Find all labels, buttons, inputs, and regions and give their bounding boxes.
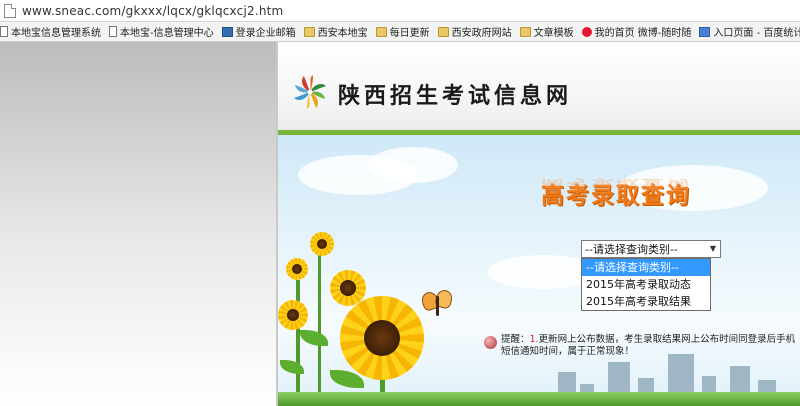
bookmark-label: 本地宝信息管理系统 — [11, 28, 101, 39]
page-icon — [0, 26, 8, 37]
folder-icon — [437, 26, 449, 37]
sunflower-icon — [286, 258, 308, 280]
notice-icon — [484, 336, 497, 349]
page-gutter — [0, 42, 276, 406]
sunflower-icon — [310, 232, 334, 256]
bookmark-label: 文章模板 — [533, 28, 574, 39]
cloud — [368, 147, 458, 183]
page-icon — [4, 3, 16, 18]
bookmark-label: 入口页面 - 百度统计 — [713, 28, 800, 39]
grass — [278, 392, 800, 406]
bookmark-item[interactable]: 西安本地宝 — [303, 24, 368, 39]
bookmark-label: 每日更新 — [389, 28, 430, 39]
query-type-dropdown: --请选择查询类别-- 2015年高考录取动态 2015年高考录取结果 — [581, 258, 711, 311]
notice-highlight: 1. — [529, 334, 539, 345]
query-type-selected: --请选择查询类别-- — [585, 243, 678, 256]
bookmark-label: 登录企业邮箱 — [235, 28, 296, 39]
query-type-option[interactable]: 2015年高考录取动态 — [582, 276, 710, 293]
chevron-down-icon[interactable]: ▼ — [710, 244, 716, 253]
query-type-option[interactable]: --请选择查询类别-- — [582, 259, 710, 276]
folder-icon — [375, 26, 387, 37]
bookmark-item[interactable]: 文章模板 — [519, 24, 574, 39]
bookmark-item[interactable]: 我的首页 微博-随时随 — [581, 24, 692, 39]
pinwheel-logo-icon[interactable] — [290, 72, 330, 112]
bookmark-item[interactable]: 登录企业邮箱 — [221, 24, 296, 39]
browser-window: www.sneac.com/gkxxx/lqcx/gklqcxcj2.htm 本… — [0, 0, 800, 406]
sunflower-icon — [340, 296, 424, 380]
bookmark-label: 我的首页 微博-随时随 — [594, 28, 692, 39]
weibo-icon — [581, 26, 592, 37]
banner-title-reflection: 高考录取查询 — [541, 176, 691, 192]
bookmark-item[interactable]: 入口页面 - 百度统计 — [699, 24, 800, 39]
sunflower-icon — [278, 300, 308, 330]
url-text[interactable]: www.sneac.com/gkxxx/lqcx/gklqcxcj2.htm — [22, 4, 283, 18]
bookmark-item[interactable]: 本地宝-信息管理中心 — [109, 24, 214, 39]
address-bar[interactable]: www.sneac.com/gkxxx/lqcx/gklqcxcj2.htm — [0, 0, 800, 22]
mail-icon — [221, 26, 233, 37]
butterfly-icon — [419, 288, 456, 320]
notice-body: 更新网上公布数据，考生录取结果网上公布时间同登录后手机短信通知时间，属于正常现象… — [501, 334, 796, 357]
folder-icon — [519, 26, 531, 37]
bookmark-label: 本地宝-信息管理中心 — [120, 28, 214, 39]
folder-icon — [303, 26, 315, 37]
notice-text: 提醒：1.更新网上公布数据，考生录取结果网上公布时间同登录后手机短信通知时间，属… — [501, 334, 800, 358]
chart-icon — [699, 26, 711, 37]
site-title: 陕西招生考试信息网 — [338, 83, 573, 109]
sunflower-stem — [296, 280, 300, 406]
sunflower-stem — [318, 250, 321, 406]
page-icon — [109, 26, 117, 37]
bookmark-label: 西安政府网站 — [451, 28, 512, 39]
bookmark-item[interactable]: 西安政府网站 — [437, 24, 512, 39]
bookmarks-bar: 本地宝信息管理系统 本地宝-信息管理中心 登录企业邮箱 西安本地宝 每日更新 西… — [0, 22, 800, 42]
query-type-option[interactable]: 2015年高考录取结果 — [582, 293, 710, 310]
query-type-select[interactable]: --请选择查询类别-- ▼ — [581, 240, 721, 258]
bookmark-item[interactable]: 每日更新 — [375, 24, 430, 39]
notice-lead: 提醒： — [501, 334, 530, 345]
bookmark-label: 西安本地宝 — [317, 28, 368, 39]
bookmark-item[interactable]: 本地宝信息管理系统 — [0, 24, 101, 39]
